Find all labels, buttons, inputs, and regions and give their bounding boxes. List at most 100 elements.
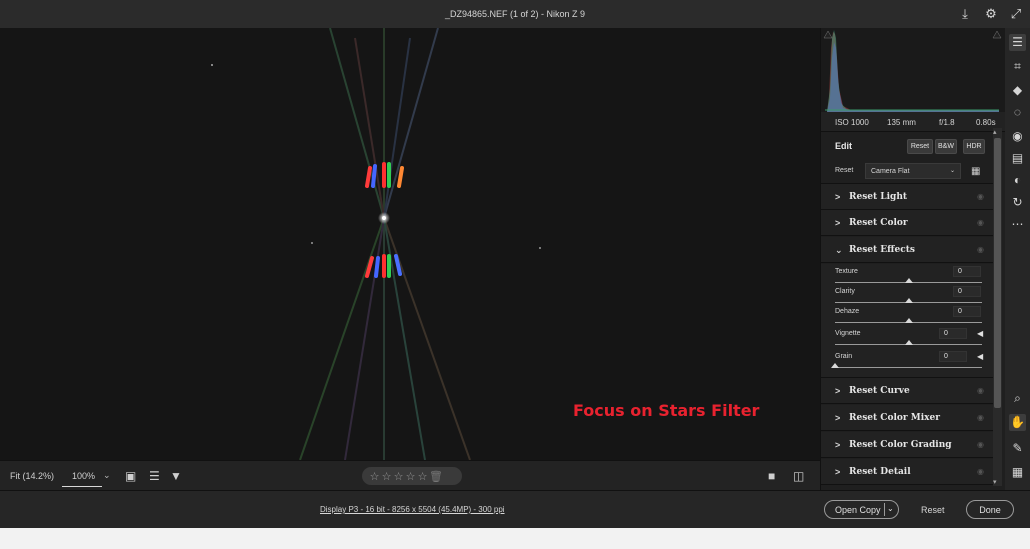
eye-icon[interactable]: ◉	[977, 192, 984, 201]
section-color[interactable]: > Reset Color ◉	[821, 210, 997, 236]
zoom-icon[interactable]: ⌕	[1009, 390, 1026, 407]
chevron-down-icon[interactable]: ⌄	[103, 470, 111, 481]
presets-icon[interactable]: ◐	[1009, 172, 1026, 189]
section-title: Reset Color	[849, 218, 908, 228]
section-curve[interactable]: > Reset Curve ◉	[821, 378, 997, 404]
mask-icon[interactable]: ◌	[1009, 104, 1026, 121]
hdr-button[interactable]: HDR	[963, 139, 985, 154]
triangle-left-icon[interactable]: ◀	[977, 352, 983, 361]
exif-focal: 135 mm	[887, 118, 916, 127]
effects-panel: Texture 0 Clarity 0 Dehaze 0 Vignette 0 …	[821, 264, 997, 378]
highlight-clip-icon	[992, 30, 1002, 39]
image-canvas[interactable]: Focus on Stars Filter	[0, 28, 820, 460]
eye-icon[interactable]: ◉	[977, 386, 984, 395]
star-icon[interactable]: ☆	[417, 470, 429, 483]
section-title: Reset Light	[849, 192, 908, 202]
status-bar: Display P3 - 16 bit - 8256 x 5504 (45.4M…	[0, 490, 1030, 528]
eraser-icon[interactable]: ◆	[1009, 82, 1026, 99]
vignette-slider[interactable]: Vignette 0 ◀	[821, 328, 997, 352]
done-button[interactable]: Done	[966, 500, 1014, 519]
section-title: Reset Detail	[849, 467, 911, 477]
red-eye-icon[interactable]: ◉	[1009, 128, 1026, 145]
section-detail[interactable]: > Reset Detail ◉	[821, 459, 997, 485]
eyedropper-icon[interactable]: ✎	[1009, 440, 1026, 457]
star-rating[interactable]: ☆☆☆☆☆🗑	[362, 467, 462, 485]
filter-icon[interactable]: ▼	[170, 468, 182, 484]
slider-value-input[interactable]: 0	[953, 266, 981, 277]
expand-icon[interactable]: ⤢	[1008, 6, 1024, 22]
profile-dropdown[interactable]: Camera Flat ⌄	[865, 163, 961, 179]
exif-shutter: 0.80s	[976, 118, 996, 127]
slider-label: Clarity	[835, 288, 855, 295]
slider-label: Grain	[835, 353, 853, 360]
profile-label[interactable]: Reset	[835, 167, 853, 174]
chevron-right-icon: >	[835, 440, 841, 450]
star-icon[interactable]: ☆	[393, 470, 405, 483]
eye-icon[interactable]: ◉	[977, 467, 984, 476]
bw-button[interactable]: B&W	[935, 139, 957, 154]
chevron-right-icon: >	[835, 413, 841, 423]
edit-title: Edit	[835, 141, 852, 151]
chevron-right-icon: >	[835, 218, 841, 228]
trash-icon[interactable]: 🗑	[429, 470, 443, 483]
slider-thumb[interactable]	[904, 318, 913, 323]
eye-icon[interactable]: ◉	[977, 413, 984, 422]
slider-track[interactable]	[835, 367, 982, 368]
save-icon[interactable]: ⤓	[957, 6, 973, 22]
compare-view-icon[interactable]: ◫	[793, 468, 804, 484]
section-light[interactable]: > Reset Light ◉	[821, 184, 997, 210]
section-color-mixer[interactable]: > Reset Color Mixer ◉	[821, 405, 997, 431]
star-icon[interactable]: ☆	[369, 470, 381, 483]
snapshots-icon[interactable]: ▤	[1009, 150, 1026, 167]
profile-browser-icon[interactable]: ▦	[971, 166, 980, 177]
chevron-right-icon: >	[835, 386, 841, 396]
chevron-down-icon: ⌄	[949, 168, 955, 174]
zoom-level-button[interactable]: 100%	[62, 465, 102, 487]
dehaze-slider[interactable]: Dehaze 0	[821, 306, 997, 330]
filmstrip-icon[interactable]: ▣	[125, 468, 136, 484]
slider-value-input[interactable]: 0	[939, 328, 967, 339]
slider-thumb[interactable]	[904, 298, 913, 303]
eye-icon[interactable]: ◉	[977, 218, 984, 227]
grain-slider[interactable]: Grain 0 ◀	[821, 351, 997, 375]
slider-value-input[interactable]: 0	[953, 306, 981, 317]
eye-icon[interactable]: ◉	[977, 245, 984, 254]
scroll-up-icon[interactable]: ▴	[993, 128, 997, 136]
scrollbar-thumb[interactable]	[994, 138, 1001, 408]
section-title: Reset Curve	[849, 386, 910, 396]
star-icon[interactable]: ☆	[381, 470, 393, 483]
slider-thumb[interactable]	[904, 340, 913, 345]
workflow-options-link[interactable]: Display P3 - 16 bit - 8256 x 5504 (45.4M…	[320, 505, 505, 514]
eye-icon[interactable]: ◉	[977, 440, 984, 449]
zoom-fit-button[interactable]: Fit (14.2%)	[10, 471, 54, 481]
open-copy-label: Open Copy	[835, 505, 881, 515]
gear-icon[interactable]: ⚙	[983, 6, 999, 22]
single-view-icon[interactable]: ■	[768, 468, 775, 484]
scroll-down-icon[interactable]: ▾	[993, 478, 997, 486]
slider-thumb[interactable]	[904, 278, 913, 283]
triangle-left-icon[interactable]: ◀	[977, 329, 983, 338]
reset-edit-button[interactable]: Reset	[907, 139, 933, 154]
panel-scrollbar[interactable]: ▴ ▾	[993, 128, 1002, 486]
section-effects[interactable]: ⌄ Reset Effects ◉	[821, 237, 997, 263]
slider-value-input[interactable]: 0	[939, 351, 967, 362]
grid-icon[interactable]: ▦	[1009, 464, 1026, 481]
section-title: Reset Color Mixer	[849, 413, 940, 423]
button-divider	[884, 503, 885, 516]
edit-header: Edit Reset B&W HDR	[821, 133, 997, 157]
sync-icon[interactable]: ↻	[1009, 194, 1026, 211]
edit-panel: ISO 1000 135 mm f/1.8 0.80s Edit Reset B…	[820, 28, 1006, 490]
more-icon[interactable]: ⋯	[1009, 216, 1026, 233]
chevron-down-icon[interactable]: ⌄	[887, 504, 894, 513]
star-icon[interactable]: ☆	[405, 470, 417, 483]
hand-icon[interactable]: ✋	[1009, 414, 1026, 431]
section-color-grading[interactable]: > Reset Color Grading ◉	[821, 432, 997, 458]
sort-icon[interactable]: ☰	[149, 468, 160, 484]
slider-thumb[interactable]	[831, 363, 839, 368]
crop-icon[interactable]: ⌗	[1009, 58, 1026, 75]
edit-sliders-icon[interactable]: ☰	[1009, 34, 1026, 51]
chevron-down-icon: ⌄	[835, 245, 843, 255]
open-copy-button[interactable]: Open Copy ⌄	[824, 500, 899, 519]
reset-button[interactable]: Reset	[921, 505, 945, 515]
slider-value-input[interactable]: 0	[953, 286, 981, 297]
